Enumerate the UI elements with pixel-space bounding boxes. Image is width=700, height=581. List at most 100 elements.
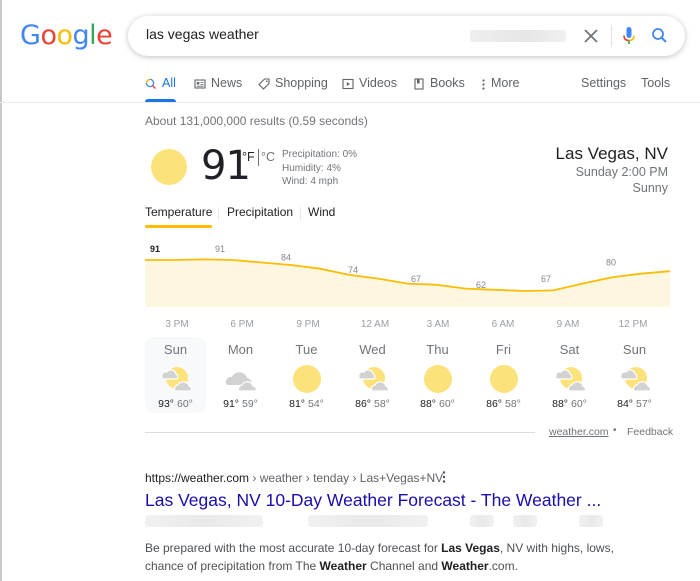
more-vert-icon <box>442 471 446 483</box>
result-stats: About 131,000,000 results (0.59 seconds) <box>145 114 368 128</box>
forecast-day[interactable]: Fri 86° 58° <box>473 337 534 413</box>
high-temp: 81° <box>289 398 305 410</box>
weather-details: Precipitation: 0% Humidity: 4% Wind: 4 m… <box>282 148 357 189</box>
redacted-area <box>145 515 263 527</box>
humidity-text: Humidity: 4% <box>282 162 341 174</box>
news-icon <box>194 79 206 89</box>
low-temp: 57° <box>636 398 652 410</box>
more-vert-icon <box>482 79 485 90</box>
tab-precipitation[interactable]: Precipitation <box>227 205 293 219</box>
data-label: 91 <box>215 244 225 254</box>
settings-link[interactable]: Settings <box>581 76 626 90</box>
tab-label: All <box>162 76 176 90</box>
dot-separator: • <box>613 425 617 436</box>
cloudy-icon <box>225 372 257 392</box>
logo-letter: g <box>72 20 90 51</box>
high-temp: 86° <box>486 398 502 410</box>
day-name: Sun <box>622 342 647 357</box>
feedback-link[interactable]: Feedback <box>627 426 673 438</box>
tab-wind[interactable]: Wind <box>308 205 335 219</box>
x-tick-label: 3 AM <box>427 319 450 330</box>
forecast-day[interactable]: Sun 84° 57° <box>604 337 665 413</box>
forecast-day[interactable]: Thu 88° 60° <box>407 337 468 413</box>
tab-temperature[interactable]: Temperature <box>145 205 213 228</box>
snippet-highlight: Las Vegas <box>441 541 500 555</box>
x-tick-label: 12 PM <box>619 319 648 330</box>
tools-link[interactable]: Tools <box>641 76 670 90</box>
day-name: Tue <box>295 342 318 357</box>
x-tick-label: 9 PM <box>296 319 319 330</box>
wind-text: Wind: 4 mph <box>282 176 339 187</box>
unit-celsius-button[interactable]: °C <box>261 150 275 164</box>
data-label: 67 <box>411 274 421 284</box>
tab-label: Shopping <box>275 76 328 90</box>
x-tick-label: 12 AM <box>361 319 389 330</box>
partly-cloudy-icon <box>619 367 651 392</box>
day-name: Sat <box>559 342 580 357</box>
weather-location-block: Las Vegas, NV Sunday 2:00 PM Sunny <box>556 143 668 196</box>
tag-icon <box>258 78 270 90</box>
result-snippet: Be prepared with the most accurate 10-da… <box>145 539 635 575</box>
high-temp: 88° <box>552 398 568 410</box>
high-temp: 88° <box>420 398 436 410</box>
x-tick-label: 9 AM <box>557 319 580 330</box>
data-label: 91 <box>150 244 160 254</box>
tab-books[interactable]: Books <box>413 76 465 102</box>
snippet-text: .com. <box>488 559 518 573</box>
location-name: Las Vegas, NV <box>555 144 668 163</box>
snippet-text: Channel and <box>366 559 442 573</box>
low-temp: 60° <box>571 398 587 410</box>
result-title-link[interactable]: Las Vegas, NV 10-Day Weather Forecast - … <box>145 490 601 511</box>
redacted-area <box>470 515 494 527</box>
search-button[interactable] <box>648 24 672 48</box>
location-time: Sunday 2:00 PM <box>575 165 668 179</box>
forecast-day[interactable]: Sun 93° 60° <box>145 337 206 413</box>
forecast-day[interactable]: Tue 81° 54° <box>276 337 337 413</box>
search-divider <box>611 25 612 47</box>
weather-source-link[interactable]: weather.com <box>549 426 609 438</box>
tab-videos[interactable]: Videos <box>342 76 397 102</box>
high-temp: 84° <box>617 398 633 410</box>
tab-label: Books <box>430 76 465 90</box>
data-label: 80 <box>606 258 616 268</box>
tab-label: More <box>491 76 520 90</box>
forecast-day[interactable]: Mon 91° 59° <box>210 337 271 413</box>
redacted-area <box>513 515 537 527</box>
redacted-area <box>308 515 428 527</box>
result-url[interactable]: https://weather.com › weather › tenday ›… <box>145 471 443 485</box>
search-input[interactable] <box>146 26 446 42</box>
tab-more[interactable]: More <box>481 76 519 102</box>
data-label: 67 <box>541 274 551 284</box>
partly-cloudy-icon <box>357 367 389 392</box>
unit-fahrenheit-button[interactable]: °F <box>242 150 255 164</box>
day-temps: 88° 60° <box>407 398 468 410</box>
result-url-path: › weather › tenday › Las+Vegas+NV <box>249 471 444 485</box>
day-temps: 86° 58° <box>473 398 534 410</box>
sunny-icon <box>489 365 518 393</box>
partly-cloudy-icon <box>160 367 192 392</box>
tab-news[interactable]: News <box>194 76 242 102</box>
day-temps: 81° 54° <box>276 398 337 410</box>
x-tick-label: 3 PM <box>165 319 188 330</box>
result-menu-button[interactable] <box>439 469 449 485</box>
logo-letter: e <box>96 20 113 51</box>
high-temp: 93° <box>158 398 174 410</box>
microphone-icon <box>623 27 635 44</box>
card-divider <box>145 432 535 433</box>
low-temp: 60° <box>177 398 193 410</box>
redacted-area <box>579 515 603 527</box>
forecast-day[interactable]: Wed 86° 58° <box>342 337 403 413</box>
voice-search-button[interactable] <box>618 24 640 48</box>
clear-search-button[interactable] <box>580 24 602 48</box>
tab-all[interactable]: All <box>145 76 176 102</box>
temperature-chart[interactable]: 91 3 PM 91 6 PM 84 9 PM 74 12 AM 67 3 AM 62 6 AM 67 9… <box>145 236 670 331</box>
day-temps: 91° 59° <box>210 398 271 410</box>
header-divider <box>0 102 700 103</box>
forecast-day[interactable]: Sat 88° 60° <box>539 337 600 413</box>
x-tick-label: 6 PM <box>230 319 253 330</box>
day-name: Mon <box>227 342 254 357</box>
x-tick-label: 6 AM <box>492 319 515 330</box>
tab-shopping[interactable]: Shopping <box>258 76 328 102</box>
google-logo[interactable]: Google <box>20 20 113 51</box>
low-temp: 60° <box>439 398 455 410</box>
